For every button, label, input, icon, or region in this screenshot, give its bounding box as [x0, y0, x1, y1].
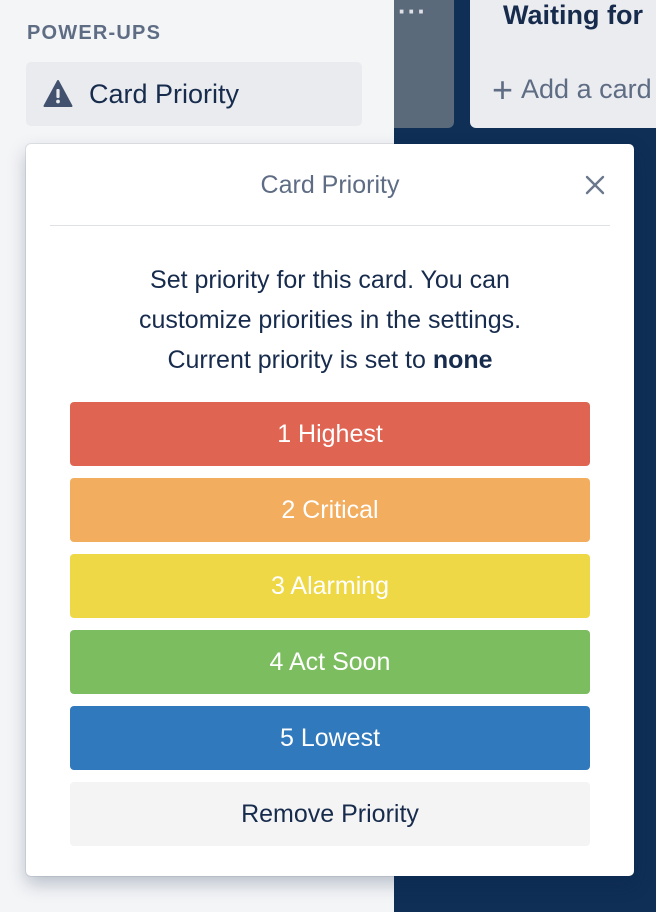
- remove-priority-button[interactable]: Remove Priority: [70, 782, 590, 846]
- priority-alarming-button[interactable]: 3 Alarming: [70, 554, 590, 618]
- description-line-3: Current priority is set to none: [50, 340, 610, 380]
- popover-description: Set priority for this card. You can cust…: [50, 260, 610, 380]
- plus-icon: +: [492, 68, 514, 110]
- priority-act-soon-button[interactable]: 4 Act Soon: [70, 630, 590, 694]
- description-prefix: Current priority is set to: [167, 346, 426, 374]
- description-line-1: Set priority for this card. You can: [150, 266, 510, 294]
- warning-icon: [43, 79, 73, 109]
- list-column-waiting: Waiting for + Add a card: [470, 0, 656, 128]
- close-icon[interactable]: [580, 170, 610, 200]
- popover-title: Card Priority: [260, 171, 400, 199]
- priority-highest-button[interactable]: 1 Highest: [70, 402, 590, 466]
- card-priority-powerup-button[interactable]: Card Priority: [26, 62, 362, 126]
- priority-critical-button[interactable]: 2 Critical: [70, 478, 590, 542]
- list-title[interactable]: Waiting for: [503, 0, 643, 31]
- list-menu-button[interactable]: ···: [398, 0, 432, 30]
- add-card-button[interactable]: + Add a card: [492, 68, 652, 110]
- priority-lowest-button[interactable]: 5 Lowest: [70, 706, 590, 770]
- card-priority-popover: Card Priority Set priority for this card…: [26, 144, 634, 876]
- add-card-label: Add a card: [521, 74, 652, 104]
- popover-header: Card Priority: [50, 144, 610, 226]
- powerup-button-label: Card Priority: [89, 78, 240, 109]
- current-priority-value: none: [432, 346, 493, 374]
- powerups-section-title: POWER-UPS: [27, 22, 162, 44]
- description-line-2: customize priorities in the settings.: [138, 306, 522, 334]
